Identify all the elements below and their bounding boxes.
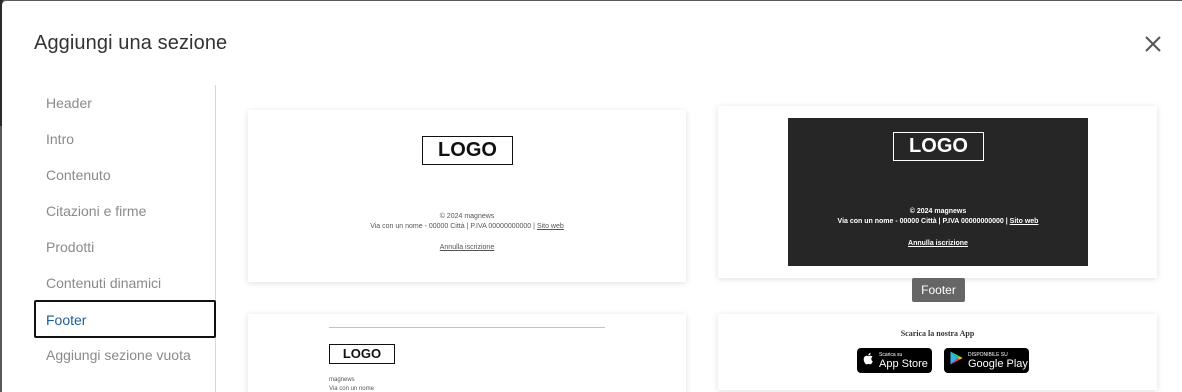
- footer-template-app-download[interactable]: Scarica la nostra App Scarica su App Sto…: [718, 314, 1157, 390]
- app-download-heading: Scarica la nostra App: [900, 329, 975, 338]
- template-address: Via con un nome: [329, 386, 374, 392]
- template-address: Via con un nome - 00000 Città | P.IVA 00…: [370, 223, 535, 230]
- dialog-title: Aggiungi una sezione: [34, 32, 228, 54]
- sidebar-item-header[interactable]: Header: [34, 85, 216, 123]
- template-logo: LOGO: [422, 136, 513, 165]
- template-unsubscribe: Annulla iscrizione: [439, 244, 495, 251]
- google-play-big-text: Google Play: [968, 357, 1028, 370]
- apple-icon: [863, 352, 875, 370]
- footer-template-left-aligned[interactable]: LOGO magnews Via con un nome: [248, 314, 686, 392]
- sidebar-item-aggiungi-sezione-vuota[interactable]: Aggiungi sezione vuota: [34, 337, 216, 375]
- hover-tooltip: Footer: [912, 278, 965, 302]
- add-section-dialog: Aggiungi una sezione Header Intro Conten…: [2, 1, 1182, 392]
- close-icon[interactable]: [1142, 33, 1164, 55]
- template-unsubscribe-line: Annulla iscrizione: [248, 244, 686, 251]
- google-play-badge: DISPONIBILE SU Google Play: [944, 348, 1029, 373]
- section-category-sidebar: Header Intro Contenuto Citazioni e firme…: [34, 85, 216, 392]
- template-website-link: Sito web: [1009, 218, 1039, 225]
- dark-footer-panel: LOGO © 2024 magnews Via con un nome - 00…: [788, 118, 1088, 266]
- sidebar-item-contenuti-dinamici[interactable]: Contenuti dinamici: [34, 265, 216, 303]
- template-company: magnews: [329, 377, 355, 383]
- footer-template-light[interactable]: LOGO © 2024 magnews Via con un nome - 00…: [248, 110, 686, 282]
- sidebar-item-intro[interactable]: Intro: [34, 121, 216, 159]
- footer-template-dark[interactable]: LOGO © 2024 magnews Via con un nome - 00…: [718, 106, 1157, 278]
- template-address-line: Via con un nome - 00000 Città | P.IVA 00…: [248, 223, 686, 230]
- template-logo: LOGO: [893, 132, 984, 161]
- sidebar-item-footer[interactable]: Footer: [34, 300, 216, 338]
- app-store-badge: Scarica su App Store: [857, 348, 932, 373]
- template-logo: LOGO: [329, 344, 395, 364]
- sidebar-item-prodotti[interactable]: Prodotti: [34, 229, 216, 267]
- sidebar-item-citazioni-e-firme[interactable]: Citazioni e firme: [34, 193, 216, 231]
- accent-divider: [329, 327, 605, 328]
- template-copyright: © 2024 magnews: [909, 208, 967, 215]
- template-address: Via con un nome - 00000 Città | P.IVA 00…: [837, 218, 1008, 225]
- google-play-icon: [950, 351, 964, 370]
- sidebar-item-contenuto[interactable]: Contenuto: [34, 157, 216, 195]
- app-store-big-text: App Store: [879, 357, 928, 370]
- template-address-line: Via con un nome - 00000 Città | P.IVA 00…: [788, 218, 1088, 225]
- template-unsubscribe-line: Annulla iscrizione: [788, 240, 1088, 247]
- template-copyright: © 2024 magnews: [439, 213, 495, 220]
- template-website-link: Sito web: [536, 223, 564, 230]
- template-unsubscribe: Annulla iscrizione: [908, 240, 968, 247]
